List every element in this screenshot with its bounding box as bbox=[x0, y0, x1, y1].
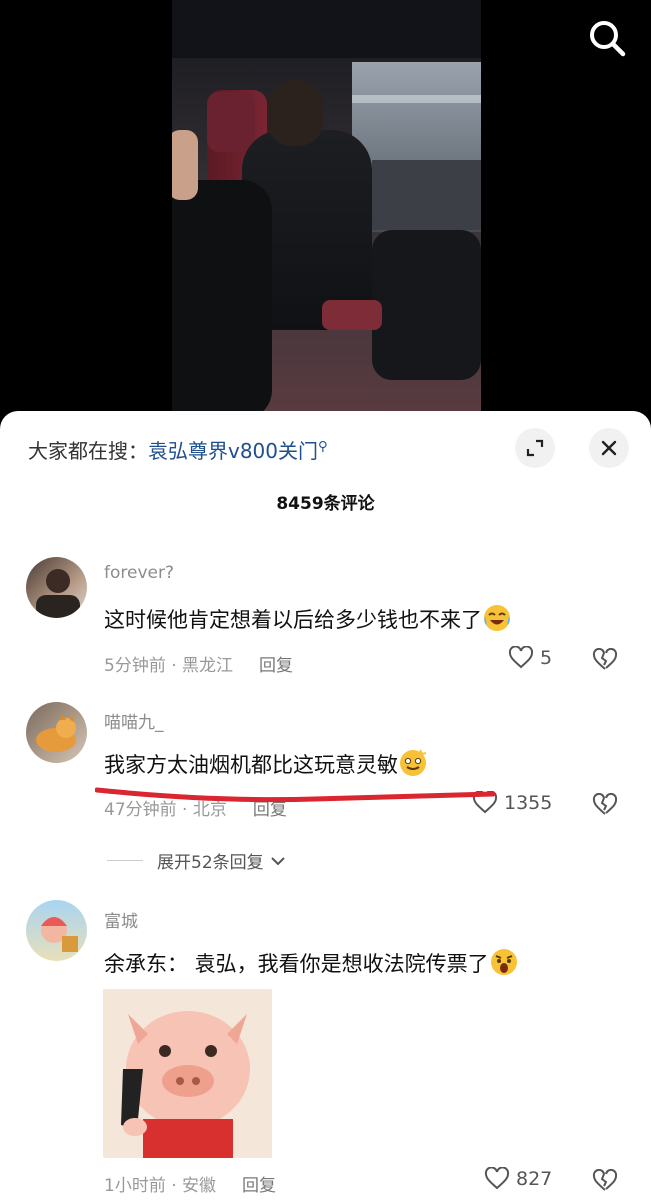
comment-text: 余承东： 袁弘，我看你是想收法院传票了 bbox=[104, 947, 519, 978]
broken-heart-icon bbox=[592, 792, 618, 815]
comment-username[interactable]: 富城 bbox=[104, 907, 138, 932]
reply-button[interactable]: 回复 bbox=[242, 1176, 276, 1196]
like-count: 5 bbox=[540, 647, 553, 669]
dislike-button[interactable] bbox=[591, 1168, 619, 1197]
seat-headrest bbox=[207, 92, 255, 152]
comment-meta: 5分钟前 · 黑龙江 回复 bbox=[104, 651, 293, 676]
seat-armrest bbox=[322, 300, 382, 330]
expand-icon bbox=[526, 439, 544, 457]
broken-heart-icon bbox=[592, 647, 618, 670]
comment-meta: 1小时前 · 安徽 回复 bbox=[104, 1171, 276, 1196]
chevron-down-icon bbox=[270, 856, 285, 865]
expand-button[interactable] bbox=[515, 428, 555, 468]
man-legs bbox=[372, 230, 481, 380]
search-button[interactable] bbox=[585, 16, 629, 60]
hot-search-term[interactable]: 袁弘尊界v800关门 bbox=[148, 439, 318, 463]
search-icon bbox=[590, 21, 626, 57]
road-outside bbox=[372, 160, 481, 230]
avatar[interactable] bbox=[26, 702, 87, 763]
video-player[interactable] bbox=[172, 0, 481, 420]
comment-text: 这时候他肯定想着以后给多少钱也不来了 bbox=[104, 603, 512, 634]
like-count: 1355 bbox=[504, 792, 553, 814]
laugh-cry-emoji-icon bbox=[484, 605, 510, 631]
video-ceiling bbox=[172, 0, 481, 58]
heart-icon bbox=[508, 646, 534, 669]
like-button[interactable]: 5 bbox=[508, 646, 552, 670]
avatar[interactable] bbox=[26, 557, 87, 618]
smile-emoji-icon bbox=[400, 749, 427, 776]
like-button[interactable]: 827 bbox=[484, 1167, 552, 1191]
divider-line bbox=[107, 860, 143, 861]
comment-count: 8459条评论 bbox=[276, 494, 375, 514]
shocked-emoji-icon bbox=[490, 949, 517, 975]
broken-heart-icon bbox=[592, 1168, 618, 1191]
expand-replies-button[interactable]: 展开52条回复 bbox=[107, 848, 288, 873]
hot-search-prefix: 大家都在搜： bbox=[28, 439, 148, 463]
comment-username[interactable]: 喵喵九_ bbox=[104, 708, 164, 733]
man-head bbox=[267, 80, 323, 146]
like-count: 827 bbox=[516, 1168, 553, 1190]
comment-text: 我家方太油烟机都比这玩意灵敏 bbox=[104, 748, 428, 779]
dislike-button[interactable] bbox=[591, 792, 619, 821]
left-passenger bbox=[172, 180, 272, 420]
car-window-rail bbox=[352, 95, 481, 103]
reply-button[interactable]: 回复 bbox=[259, 656, 293, 676]
comment-sheet: 大家都在搜：袁弘尊界v800关门⚲ 8459条评论 forever? 这时候他肯… bbox=[0, 411, 651, 1200]
expand-replies-label: 展开52条回复 bbox=[157, 853, 264, 873]
avatar[interactable] bbox=[26, 900, 87, 961]
comment-time-location: 5分钟前 · 黑龙江 bbox=[104, 656, 234, 676]
hot-search-bar[interactable]: 大家都在搜：袁弘尊界v800关门⚲ bbox=[28, 435, 328, 464]
close-icon bbox=[601, 440, 617, 456]
annotation-underline bbox=[95, 787, 495, 803]
dislike-button[interactable] bbox=[591, 647, 619, 676]
search-magnifier-icon: ⚲ bbox=[318, 439, 328, 455]
comment-username[interactable]: forever? bbox=[104, 563, 174, 583]
close-button[interactable] bbox=[589, 428, 629, 468]
heart-icon bbox=[484, 1167, 510, 1190]
comment-sticker-image[interactable] bbox=[103, 989, 272, 1158]
left-passenger-face bbox=[172, 130, 198, 200]
comment-time-location: 1小时前 · 安徽 bbox=[104, 1176, 217, 1196]
